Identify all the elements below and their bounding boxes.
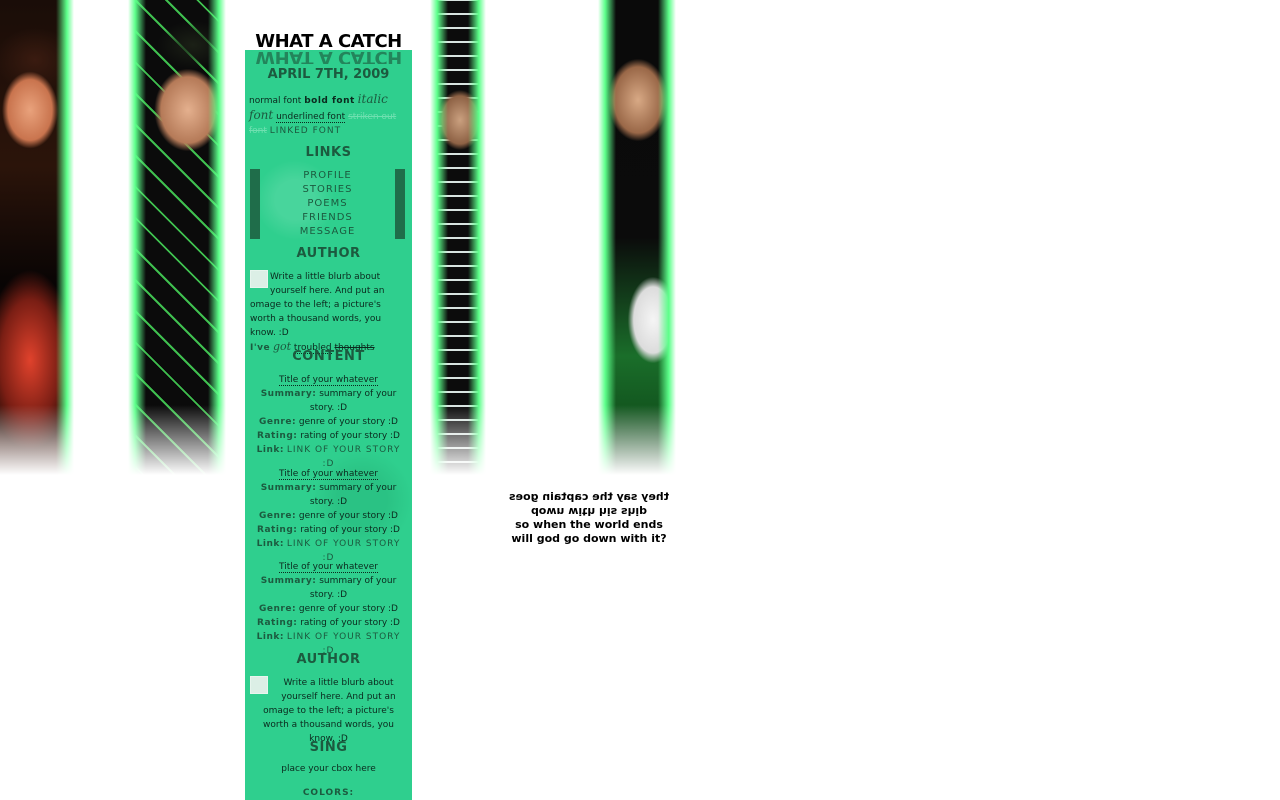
story-genre: genre of your story :D [298, 604, 398, 614]
nav-link-poems[interactable]: POEMS [250, 197, 405, 211]
story-summary: summary of your story. :D [309, 576, 397, 600]
story-entry: Title of your whatever Summary: summary … [250, 467, 407, 565]
genre-label: Genre: [259, 417, 297, 427]
author2-section: Write a little blurb about yourself here… [250, 676, 407, 746]
author-section: Write a little blurb about yourself here… [250, 270, 407, 355]
band-photo-strip-3 [430, 0, 486, 475]
story-title-link[interactable]: Title of your whatever [279, 375, 378, 386]
story-rating: rating of your story :D [300, 431, 400, 441]
site-title: WHAT A CATCH [255, 31, 402, 52]
content-heading: CONTENT [292, 349, 365, 364]
quote-line-2: down with his ship [530, 505, 648, 518]
underlined-font-sample: underlined font [276, 112, 346, 123]
story-rating: rating of your story :D [300, 525, 400, 535]
author-heading: AUTHOR [296, 246, 361, 261]
author2-avatar [250, 676, 268, 694]
story-summary: summary of your story. :D [309, 483, 397, 507]
nav-link-stories[interactable]: STORIES [250, 183, 405, 197]
linked-font-sample[interactable]: LINKED FONT [270, 126, 341, 136]
story-entry: Title of your whatever Summary: summary … [250, 560, 407, 658]
site-title-block: WHAT A CATCH WHAT A CATCH [245, 31, 412, 65]
normal-font-sample: normal font [249, 96, 302, 106]
story-summary: summary of your story. :D [309, 389, 397, 413]
font-style-demo: normal font bold font italic font underl… [249, 92, 409, 138]
story-entry: Title of your whatever Summary: summary … [250, 373, 407, 471]
rating-label: Rating: [257, 525, 298, 535]
post-date: APRIL 7TH, 2009 [267, 67, 390, 82]
colors-heading: COLORS: [302, 788, 355, 798]
link-label: Link: [256, 539, 284, 549]
story-title-link[interactable]: Title of your whatever [279, 469, 378, 480]
link-label: Link: [256, 632, 284, 642]
summary-label: Summary: [260, 483, 317, 493]
story-rating: rating of your story :D [300, 618, 400, 628]
links-right-bar [395, 169, 405, 239]
band-photo-strip-1 [0, 0, 74, 475]
band-photo-strip-4 [598, 0, 676, 475]
author-avatar [250, 270, 268, 288]
rating-label: Rating: [257, 618, 298, 628]
summary-label: Summary: [260, 576, 317, 586]
quote-line-3: so when the world ends [515, 518, 663, 531]
author2-blurb-text: Write a little blurb about yourself here… [262, 678, 396, 744]
nav-link-message[interactable]: MESSAGE [250, 225, 405, 239]
link-label: Link: [256, 445, 284, 455]
story-title-link[interactable]: Title of your whatever [279, 562, 378, 573]
band-photo-strip-2 [128, 0, 226, 475]
story-genre: genre of your story :D [298, 417, 398, 427]
site-title-reflection: WHAT A CATCH [255, 50, 402, 64]
author-blurb-text: Write a little blurb about yourself here… [250, 272, 385, 338]
author2-heading: AUTHOR [296, 652, 361, 667]
links-left-bar [250, 169, 260, 239]
story-link[interactable]: LINK OF YOUR STORY :D [287, 445, 401, 469]
nav-link-friends[interactable]: FRIENDS [250, 211, 405, 225]
cbox-placeholder: place your cbox here [281, 764, 376, 774]
genre-label: Genre: [259, 604, 297, 614]
quote-line-4: will god go down with it? [511, 532, 667, 545]
nav-link-profile[interactable]: PROFILE [250, 169, 405, 183]
story-genre: genre of your story :D [298, 511, 398, 521]
lyric-quote: they say the captain goes down with his … [486, 490, 692, 546]
bold-font-sample: bold font [304, 96, 355, 106]
sing-heading: SING [309, 740, 348, 755]
quote-line-1: they say the captain goes [509, 490, 669, 503]
links-nav: PROFILE STORIES POEMS FRIENDS MESSAGE [250, 169, 405, 239]
rating-label: Rating: [257, 431, 298, 441]
links-heading: LINKS [305, 145, 352, 160]
content-column: APRIL 7TH, 2009 normal font bold font it… [245, 50, 412, 800]
summary-label: Summary: [260, 389, 317, 399]
genre-label: Genre: [259, 511, 297, 521]
